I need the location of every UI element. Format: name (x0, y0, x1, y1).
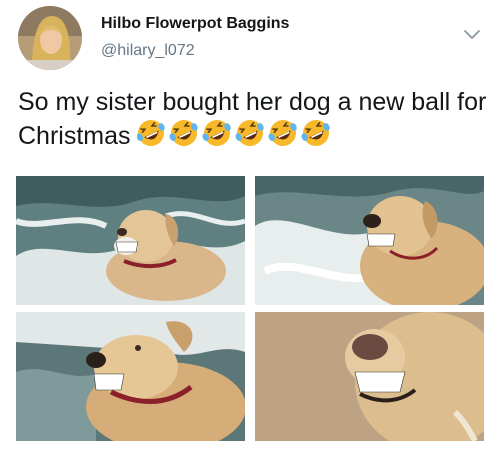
photo-image (16, 312, 245, 441)
photo-dog-on-sand[interactable] (255, 312, 484, 441)
emoji-row (136, 119, 330, 149)
rolling-on-the-floor-laughing-emoji (202, 120, 231, 147)
photo-image (255, 312, 484, 441)
rolling-on-the-floor-laughing-emoji (235, 120, 264, 146)
photo-dog-in-surf[interactable] (16, 176, 245, 305)
rolling-on-the-floor-laughing-emoji (268, 120, 297, 146)
photo-dog-closeup[interactable] (16, 312, 245, 441)
avatar-photo (18, 6, 82, 70)
rolling-on-the-floor-laughing-emoji (169, 120, 198, 146)
author-handle[interactable]: @hilary_l072 (101, 42, 195, 60)
photo-image (16, 176, 245, 305)
rolling-on-the-floor-laughing-emoji (136, 120, 165, 146)
tweet-text: So my sister bought her dog a new ball f… (18, 86, 488, 153)
author-avatar[interactable] (18, 6, 82, 70)
rolling-on-the-floor-laughing-emoji (301, 120, 330, 146)
author-display-name[interactable]: Hilbo Flowerpot Baggins (101, 15, 289, 33)
photo-image (255, 176, 484, 305)
chevron-down-icon[interactable] (463, 28, 481, 42)
emoji-strip (136, 120, 330, 147)
photo-dog-in-waves[interactable] (255, 176, 484, 305)
